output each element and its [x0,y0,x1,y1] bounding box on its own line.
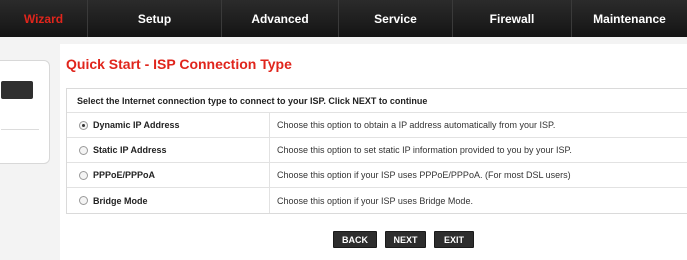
option-description: Choose this option if your ISP uses PPPo… [277,170,571,180]
sidebar-divider [1,129,39,130]
wizard-buttons: BACK NEXT EXIT [333,231,474,248]
option-label[interactable]: Bridge Mode [93,196,148,206]
back-button[interactable]: BACK [333,231,377,248]
option-row-pppoe: PPPoE/PPPoA Choose this option if your I… [67,163,687,188]
radio-bridge-mode[interactable] [79,196,88,205]
sidebar-item-active[interactable] [1,81,33,99]
tab-setup[interactable]: Setup [88,0,222,37]
option-label-cell: Static IP Address [67,138,270,162]
next-button[interactable]: NEXT [385,231,426,248]
tab-maintenance[interactable]: Maintenance [572,0,687,37]
option-description: Choose this option to set static IP info… [277,145,572,155]
radio-static-ip[interactable] [79,145,88,155]
exit-button[interactable]: EXIT [434,231,474,248]
tab-service[interactable]: Service [339,0,453,37]
option-label-cell: Bridge Mode [67,188,270,213]
option-row-bridge-mode: Bridge Mode Choose this option if your I… [67,188,687,213]
top-navigation-bar: Wizard Setup Advanced Service Firewall M… [0,0,687,37]
radio-dynamic-ip[interactable] [79,120,88,130]
sidebar-menu [0,60,50,164]
option-label[interactable]: Static IP Address [93,145,167,155]
main-panel: Quick Start - ISP Connection Type Select… [60,44,687,260]
option-description: Choose this option to obtain a IP addres… [277,120,556,130]
tab-wizard[interactable]: Wizard [0,0,88,37]
option-row-dynamic-ip: Dynamic IP Address Choose this option to… [67,113,687,138]
option-row-static-ip: Static IP Address Choose this option to … [67,138,687,163]
option-label[interactable]: Dynamic IP Address [93,120,180,130]
page-title: Quick Start - ISP Connection Type [66,56,292,72]
connection-type-table: Select the Internet connection type to c… [66,88,687,214]
option-label-cell: PPPoE/PPPoA [67,163,270,187]
option-description: Choose this option if your ISP uses Brid… [277,195,473,206]
tab-firewall[interactable]: Firewall [453,0,572,37]
instruction-text: Select the Internet connection type to c… [67,89,687,113]
tab-advanced[interactable]: Advanced [222,0,339,37]
option-label-cell: Dynamic IP Address [67,113,270,137]
radio-pppoe[interactable] [79,170,88,180]
option-label[interactable]: PPPoE/PPPoA [93,170,155,180]
